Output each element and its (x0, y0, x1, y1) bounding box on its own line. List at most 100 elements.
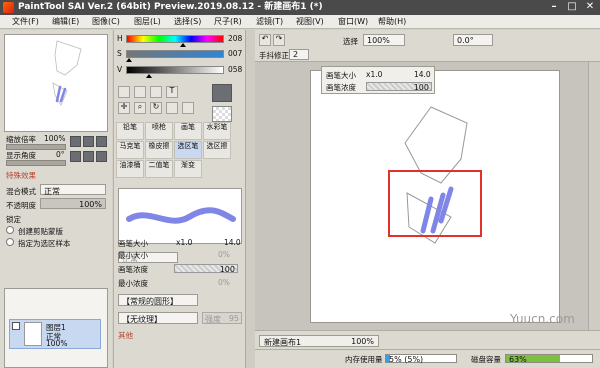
eye-icon[interactable] (12, 322, 20, 330)
brush-airbrush[interactable]: 喷枪 (145, 122, 173, 140)
eyedropper-icon[interactable] (182, 102, 194, 114)
watermark-text: Yuucn.com (510, 312, 575, 326)
canvas-toolbar: ↶ ↷ 选择 100% 0.0° 手抖修正 2 (255, 30, 600, 62)
close-button[interactable]: ✕ (584, 1, 596, 13)
rotate-left-button[interactable] (70, 151, 81, 162)
document-tab-zoom: 100% (351, 337, 374, 346)
popup-density-slider[interactable]: 100 (366, 82, 432, 92)
opacity-label: 不透明度 (6, 201, 36, 210)
foreground-color-swatch[interactable] (212, 84, 232, 102)
move-icon[interactable]: ✛ (118, 102, 130, 114)
rotate-right-button[interactable] (83, 151, 94, 162)
menu-view[interactable]: 视图(V) (296, 15, 324, 29)
clipping-mask-checkbox[interactable] (6, 226, 14, 234)
value-slider[interactable] (126, 66, 224, 74)
zoom-in-button[interactable] (83, 136, 94, 147)
zoom-value: 100% (44, 134, 66, 143)
select-rect-icon[interactable] (118, 86, 130, 98)
texture-strength-label: 强度 (205, 315, 221, 324)
saturation-value: 007 (228, 49, 243, 58)
stroke-preview (118, 188, 242, 244)
zoom-reset-button[interactable] (96, 136, 107, 147)
saturation-label: S (117, 49, 122, 58)
canvas-vertical-scrollbar[interactable] (588, 62, 600, 330)
rotate-tool-icon[interactable]: ↻ (150, 102, 162, 114)
panel-scrollbar[interactable] (245, 30, 255, 368)
menu-layer[interactable]: 图层(L) (134, 15, 161, 29)
density-label: 画笔浓度 (118, 265, 148, 274)
brush-gradient[interactable]: 渐变 (174, 160, 202, 178)
menu-window[interactable]: 窗口(W) (338, 15, 368, 29)
selection-toggle-label[interactable]: 选择 (343, 36, 358, 47)
menu-file[interactable]: 文件(F) (12, 15, 39, 29)
angle-slider[interactable] (6, 160, 66, 166)
transparent-color-swatch[interactable] (212, 106, 232, 122)
brush-marker[interactable]: 马克笔 (116, 141, 144, 159)
layer-row[interactable]: 图层1 正常 100% (9, 319, 101, 349)
magic-wand-icon[interactable] (150, 86, 162, 98)
brush-selection-eraser[interactable]: 选区擦 (203, 141, 231, 159)
saturation-slider[interactable] (126, 50, 224, 58)
texture-strength-field[interactable]: 强度 95 (202, 312, 242, 324)
popup-size-mult[interactable]: x1.0 (366, 70, 382, 79)
document-tab-name: 新建画布1 (264, 338, 302, 347)
effects-section-header[interactable]: 特殊效果 (6, 170, 36, 181)
brush-bucket[interactable]: 油漆桶 (116, 160, 144, 178)
zoom-tool-icon[interactable]: ⌕ (134, 102, 146, 114)
brush-watercolor[interactable]: 水彩笔 (203, 122, 231, 140)
hand-tool-icon[interactable] (166, 102, 178, 114)
brush-selection-pen[interactable]: 选区笔 (174, 141, 202, 159)
min-density-label: 最小浓度 (118, 279, 148, 288)
rotate-reset-button[interactable] (96, 151, 107, 162)
angle-value: 0° (56, 150, 65, 159)
menu-image[interactable]: 图像(C) (92, 15, 120, 29)
hue-marker (179, 43, 186, 47)
opacity-slider[interactable]: 100% (40, 198, 106, 209)
brush-shape-value: 【常规的圆形】 (122, 297, 178, 306)
brush-size-mult[interactable]: x1.0 (176, 238, 192, 247)
menu-select[interactable]: 选择(S) (174, 15, 201, 29)
menu-edit[interactable]: 编辑(E) (52, 15, 79, 29)
blend-mode-label: 混合模式 (6, 187, 36, 196)
opacity-value: 100% (79, 200, 102, 209)
lasso-icon[interactable] (134, 86, 146, 98)
canvas-zoom-select[interactable]: 100% (363, 34, 405, 46)
canvas-angle-select[interactable]: 0.0° (453, 34, 493, 46)
maximize-button[interactable]: □ (566, 1, 578, 13)
stabilizer-select[interactable]: 2 (289, 49, 309, 60)
disk-progress: 63% (505, 354, 593, 364)
other-section-header[interactable]: 其他 (118, 330, 133, 341)
zoom-out-button[interactable] (70, 136, 81, 147)
brush-texture-select[interactable]: 【无纹理】 (118, 312, 198, 324)
saturation-marker (125, 58, 132, 62)
menu-ruler[interactable]: 尺子(R) (214, 15, 242, 29)
window-title: PaintTool SAI Ver.2 (64bit) Preview.2019… (18, 2, 323, 12)
navigator-preview[interactable] (4, 34, 108, 132)
stabilizer-value: 2 (293, 50, 299, 59)
selection-source-checkbox[interactable] (6, 238, 14, 246)
status-bar: 内存使用量 5% (5%) 磁盘容量 63% (255, 349, 600, 368)
canvas-area[interactable]: 画笔大小 x1.0 14.0 画笔浓度 100 Yuucn.com (255, 62, 600, 330)
popup-size-value: 14.0 (414, 70, 431, 79)
brush-shape-select[interactable]: 【常规的圆形】 (118, 294, 198, 306)
brush-eraser[interactable]: 橡皮擦 (145, 141, 173, 159)
undo-icon[interactable]: ↶ (259, 34, 271, 46)
brush-size-value: 14.0 (224, 238, 241, 247)
blend-mode-select[interactable]: 正常 (40, 184, 106, 196)
menu-help[interactable]: 帮助(H) (378, 15, 406, 29)
document-tab[interactable]: 新建画布1 100% (259, 335, 379, 347)
memory-value: 5% (5%) (389, 355, 424, 364)
menu-filter[interactable]: 滤镜(T) (256, 15, 283, 29)
text-tool-icon[interactable]: T (166, 86, 178, 98)
redo-icon[interactable]: ↷ (273, 34, 285, 46)
brush-brush[interactable]: 画笔 (174, 122, 202, 140)
minimize-button[interactable]: – (548, 1, 560, 13)
stabilizer-label: 手抖修正 (259, 51, 289, 60)
density-value: 100 (219, 265, 235, 274)
brush-pencil[interactable]: 铅笔 (116, 122, 144, 140)
density-slider[interactable]: 100 (174, 264, 238, 274)
selection-source-label: 指定为选区样本 (18, 239, 71, 248)
hue-slider[interactable] (126, 35, 224, 43)
brush-binary[interactable]: 二值笔 (145, 160, 173, 178)
min-size-label: 最小大小 (118, 251, 148, 260)
